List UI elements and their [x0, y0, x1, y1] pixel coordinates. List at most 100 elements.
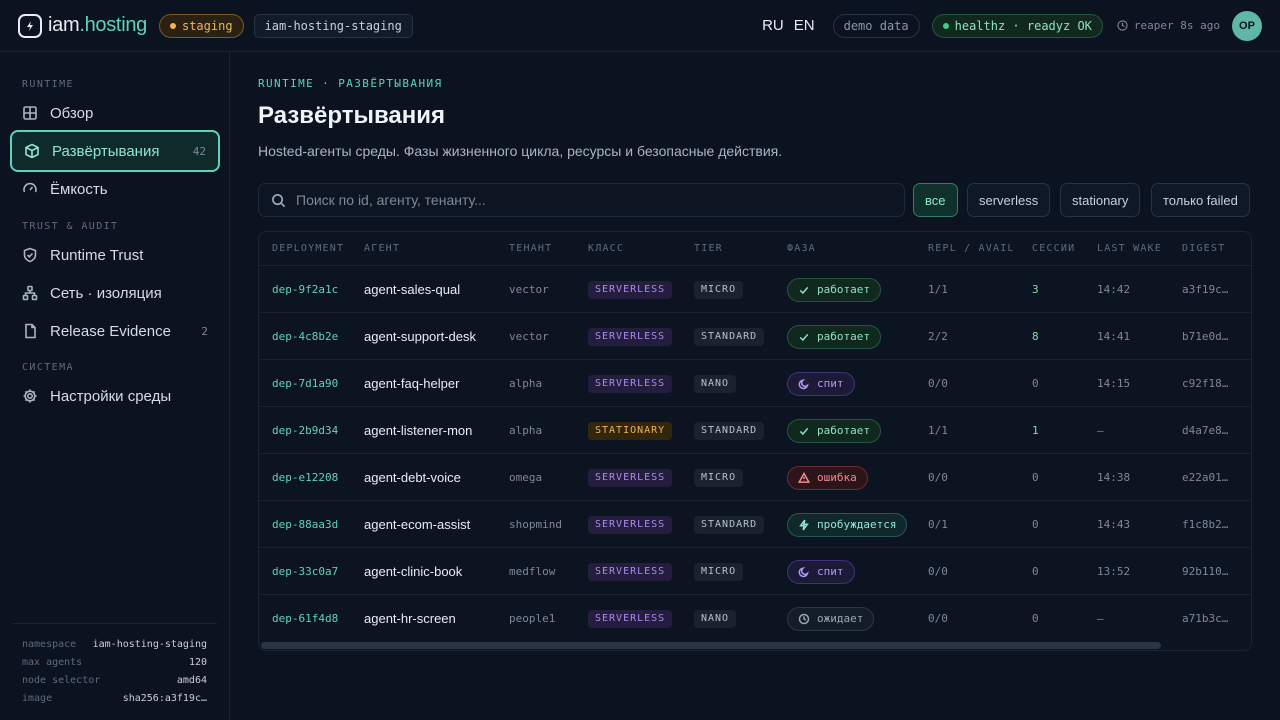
phase-label: пробуждается	[817, 518, 897, 531]
health-badge[interactable]: healthz · readyz OK	[931, 13, 1103, 38]
tier-cell: STANDARD	[694, 407, 765, 454]
column-header-agent[interactable]: АГЕНТ	[364, 243, 400, 254]
phase-label: ошибка	[817, 471, 857, 484]
column-header-sessions[interactable]: СЕССИИ	[1032, 243, 1075, 254]
tier-cell: NANO	[694, 360, 737, 407]
sidebar-item-runtime-trust[interactable]: Runtime Trust	[10, 234, 220, 276]
scrollbar-thumb[interactable]	[261, 642, 1161, 649]
phase-badge: работает	[787, 324, 881, 349]
search-box[interactable]	[258, 183, 905, 217]
filter-serverless-button[interactable]: serverless	[967, 183, 1051, 217]
tier-cell: STANDARD	[694, 501, 765, 548]
tenant-name: medflow	[509, 565, 556, 578]
tier-tag: MICRO	[694, 562, 744, 581]
phase-label: работает	[817, 330, 870, 343]
column-header-tenant[interactable]: ТЕНАНТ	[509, 243, 552, 254]
deployment-id-link[interactable]: dep-61f4d8	[272, 595, 338, 642]
sidebar-item-settings[interactable]: Настройки среды	[10, 375, 220, 417]
class-cell: SERVERLESS	[588, 548, 673, 595]
sessions-value: 1	[1032, 424, 1039, 437]
phase-label: работает	[817, 283, 870, 296]
search-input[interactable]	[296, 192, 904, 208]
deployment-id-link[interactable]: dep-88aa3d	[272, 501, 338, 548]
class-tag: SERVERLESS	[588, 468, 673, 487]
column-header-replicas[interactable]: REPL / AVAIL	[928, 243, 1015, 254]
tier-tag: MICRO	[694, 280, 744, 299]
lang-en-button[interactable]: EN	[794, 17, 815, 34]
phase-badge: работает	[787, 418, 881, 443]
column-header-tier[interactable]: TIER	[694, 243, 723, 254]
phase-badge: спит	[787, 371, 855, 396]
sidebar-section-runtime: RUNTIME	[22, 79, 74, 90]
column-header-deployment[interactable]: DEPLOYMENT	[272, 243, 344, 254]
phase-badge: пробуждается	[787, 512, 908, 537]
replicas-value: 1/1	[928, 283, 948, 296]
table-row[interactable]: dep-9f2a1c agent-sales-qual vector SERVERLE…	[259, 266, 1251, 313]
deployment-id-link[interactable]: dep-e12208	[272, 454, 338, 501]
digest-value: b71e0d…	[1182, 330, 1229, 343]
last-wake-value: —	[1097, 612, 1104, 625]
deployment-id-link[interactable]: dep-4c8b2e	[272, 313, 338, 360]
phase-label: работает	[817, 424, 870, 437]
deployment-id-link[interactable]: dep-7d1a90	[272, 360, 338, 407]
horizontal-scrollbar[interactable]	[259, 640, 1251, 650]
table-row[interactable]: dep-7d1a90 agent-faq-helper alpha SERVERLES…	[259, 360, 1251, 407]
cube-icon	[25, 143, 39, 159]
deployment-id-link[interactable]: dep-2b9d34	[272, 407, 338, 454]
reaper-status: reaper 8s ago	[1117, 19, 1220, 32]
replicas-value: 0/0	[928, 612, 948, 625]
sidebar-item-label: Runtime Trust	[50, 246, 144, 264]
agent-name: agent-support-desk	[364, 329, 477, 344]
meta-value: 120	[188, 657, 207, 668]
digest-value: d4a7e8…	[1182, 424, 1229, 437]
table-row[interactable]: dep-33c0a7 agent-clinic-book medflow SERVER…	[259, 548, 1251, 595]
table-row[interactable]: dep-2b9d34 agent-listener-mon alpha STATION…	[259, 407, 1251, 454]
avatar[interactable]: OP	[1232, 10, 1262, 41]
tier-cell: NANO	[694, 595, 737, 642]
column-header-digest[interactable]: DIGEST	[1182, 243, 1225, 254]
warning-icon	[798, 471, 810, 483]
health-dot-icon	[942, 22, 949, 29]
class-cell: SERVERLESS	[588, 360, 673, 407]
sidebar-item-capacity[interactable]: Ёмкость	[10, 168, 220, 210]
sidebar-item-network[interactable]: Сеть · изоляция	[10, 272, 220, 314]
filter-all-button[interactable]: все	[913, 183, 958, 217]
sidebar: RUNTIME Обзор Развёртывания 42 Ёмкость T…	[0, 52, 230, 720]
sidebar-section-system: СИСТЕМА	[22, 362, 74, 373]
sidebar-item-label: Сеть · изоляция	[50, 284, 162, 302]
logo-text-right: .hosting	[79, 14, 147, 36]
moon-icon	[798, 566, 809, 577]
check-icon	[799, 333, 809, 341]
sidebar-item-release-evidence[interactable]: Release Evidence 2	[10, 310, 220, 352]
filter-failed-button[interactable]: только failed	[1151, 183, 1250, 217]
table-row[interactable]: dep-e12208 agent-debt-voice omega SERVERLES…	[259, 454, 1251, 501]
namespace-badge[interactable]: iam-hosting-staging	[253, 13, 413, 38]
sessions-value: 0	[1032, 565, 1039, 578]
filter-stationary-button[interactable]: stationary	[1060, 183, 1141, 217]
column-header-class[interactable]: КЛАСС	[588, 243, 624, 254]
column-header-phase[interactable]: ФАЗА	[787, 243, 816, 254]
tenant-name: alpha	[509, 424, 543, 437]
deployment-id-link[interactable]: dep-9f2a1c	[272, 266, 338, 313]
table-row[interactable]: dep-4c8b2e agent-support-desk vector SERVER…	[259, 313, 1251, 360]
meta-key: max agents	[22, 657, 83, 668]
table-row[interactable]: dep-88aa3d agent-ecom-assist shopmind SERVE…	[259, 501, 1251, 548]
search-icon	[272, 193, 286, 207]
gauge-icon	[23, 182, 37, 193]
sidebar-item-deployments[interactable]: Развёртывания 42	[10, 130, 220, 172]
tenant-name: shopmind	[509, 518, 562, 531]
logo[interactable]: iam.hosting	[18, 13, 147, 38]
meta-row: namespace iam-hosting-staging	[22, 636, 207, 654]
lang-ru-button[interactable]: RU	[762, 17, 784, 34]
deployment-id-link[interactable]: dep-33c0a7	[272, 548, 338, 595]
shield-icon	[23, 247, 37, 263]
top-bar: iam.hosting staging iam-hosting-staging …	[0, 0, 1280, 52]
phase-cell: работает	[787, 313, 881, 360]
last-wake-value: 13:52	[1097, 565, 1131, 578]
table-row[interactable]: dep-61f4d8 agent-hr-screen people1 SERVERLE…	[259, 595, 1251, 642]
sidebar-item-overview[interactable]: Обзор	[10, 92, 220, 134]
column-header-last-wake[interactable]: LAST WAKE	[1097, 243, 1162, 254]
env-badge[interactable]: staging	[158, 13, 244, 38]
digest-value: f1c8b2…	[1182, 518, 1229, 531]
class-cell: SERVERLESS	[588, 266, 673, 313]
